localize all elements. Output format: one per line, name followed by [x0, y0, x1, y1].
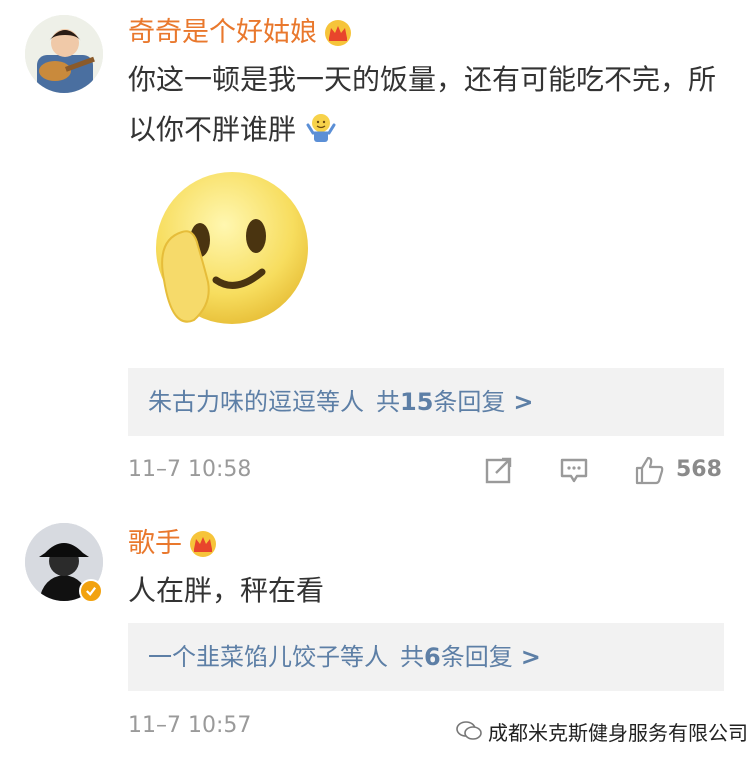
reply-count-prefix[interactable]: 共 — [400, 643, 424, 671]
reply-count[interactable]: 6 — [424, 643, 441, 671]
like-icon[interactable] — [634, 455, 664, 485]
comment-text: 你这一顿是我一天的饭量，还有可能吃不完，所以你不胖谁胖 — [128, 55, 728, 155]
crown-badge-icon — [325, 20, 351, 46]
username[interactable]: 歌手 — [128, 527, 218, 561]
reply-user-names[interactable]: 朱古力味的逗逗 — [148, 388, 316, 416]
shrug-emoji-icon — [306, 114, 336, 142]
comment-text-content: 人在胖，秤在看 — [128, 574, 325, 607]
watermark-text: 成都米克斯健身服务有限公司 — [488, 720, 748, 745]
crown-badge-icon — [190, 531, 216, 557]
comment-text-content: 你这一顿是我一天的饭量，还有可能吃不完，所以你不胖谁胖 — [128, 63, 717, 146]
replies-link[interactable]: 一个韭菜馅儿饺子等人 共6条回复 > — [128, 623, 724, 691]
reply-count-suffix[interactable]: 条回复 — [433, 388, 505, 416]
reply-count-suffix[interactable]: 条回复 — [441, 643, 513, 671]
timestamp: 11–7 10:58 — [128, 457, 252, 482]
comment-text: 人在胖，秤在看 — [128, 566, 728, 616]
chevron-right-icon[interactable]: > — [513, 388, 533, 416]
verified-badge-icon — [79, 579, 103, 603]
wechat-logo-icon — [456, 721, 482, 740]
replies-link[interactable]: 朱古力味的逗逗等人 共15条回复 > — [128, 368, 724, 436]
smirk-emoji-icon — [156, 172, 308, 324]
reply-icon[interactable] — [559, 455, 589, 485]
username-text[interactable]: 歌手 — [128, 527, 182, 561]
share-icon[interactable] — [484, 455, 514, 485]
chevron-right-icon[interactable]: > — [521, 643, 541, 671]
watermark: 成都米克斯健身服务有限公司 — [456, 714, 748, 748]
comment-meta: 11–7 10:58 568 — [128, 453, 724, 487]
avatar[interactable] — [25, 15, 103, 93]
reply-count-prefix[interactable]: 共 — [376, 388, 400, 416]
username-text[interactable]: 奇奇是个好姑娘 — [128, 16, 317, 50]
username[interactable]: 奇奇是个好姑娘 — [128, 16, 353, 50]
reply-user-names[interactable]: 一个韭菜馅儿饺子 — [148, 643, 340, 671]
reply-suffix[interactable]: 等人 — [316, 388, 364, 416]
like-count: 568 — [676, 457, 722, 482]
timestamp: 11–7 10:57 — [128, 713, 252, 738]
reply-suffix[interactable]: 等人 — [340, 643, 388, 671]
comment-feed: 奇奇是个好姑娘 你这一顿是我一天的饭量，还有可能吃不完，所以你不胖谁胖 朱古力味… — [0, 0, 750, 764]
reply-count[interactable]: 15 — [400, 388, 433, 416]
